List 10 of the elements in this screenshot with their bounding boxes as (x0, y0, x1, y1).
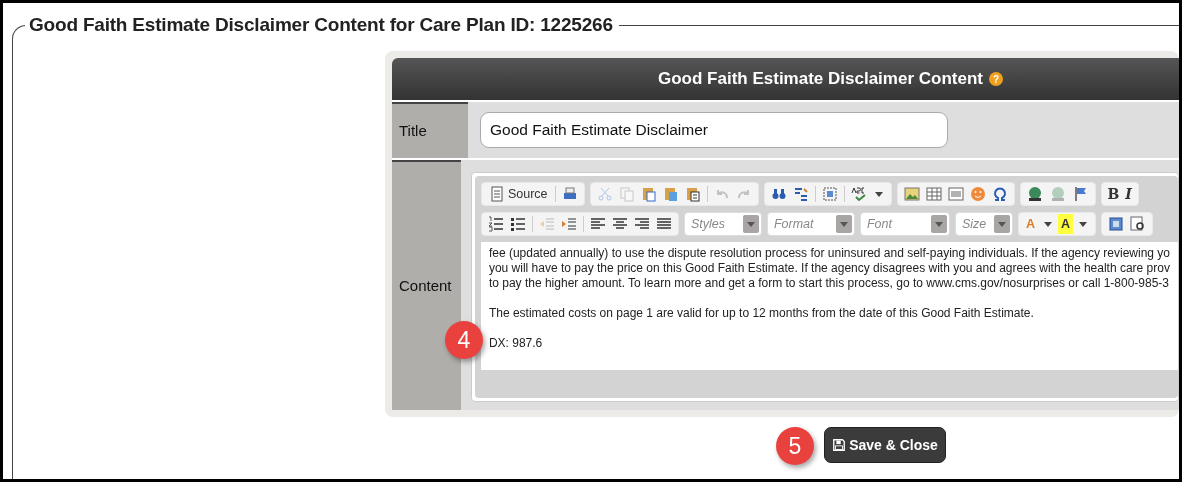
dropdown-placeholder: Format (773, 215, 814, 233)
dropdown-placeholder: Size (961, 215, 987, 233)
dropdown-placeholder: Styles (690, 215, 725, 233)
paragraph: fee (updated annually) to use the dispute resolution process for uninsured and self-paying individuals. If the agency reviewing yo you will have to pay the price on this Good Faith Estimate. If the agency disagrees with you and agrees with the health care prov to pay the higher amount. To learn more and get a form to start this process, go to www.cms.gov/nosurprises or call 1-800-985-3 (488, 246, 1170, 291)
paragraph: The estimated costs on page 1 are valid for up to 12 months from the date of this Good Faith Estimate. (488, 306, 1035, 321)
callout-number-badge: 5 (776, 427, 814, 465)
field-label: Title (392, 102, 468, 158)
panel-title: Good Faith Estimate Disclaimer Content (658, 68, 983, 91)
paragraph: DX: 987.6 (488, 336, 544, 351)
dropdown-placeholder: Font (866, 215, 892, 233)
